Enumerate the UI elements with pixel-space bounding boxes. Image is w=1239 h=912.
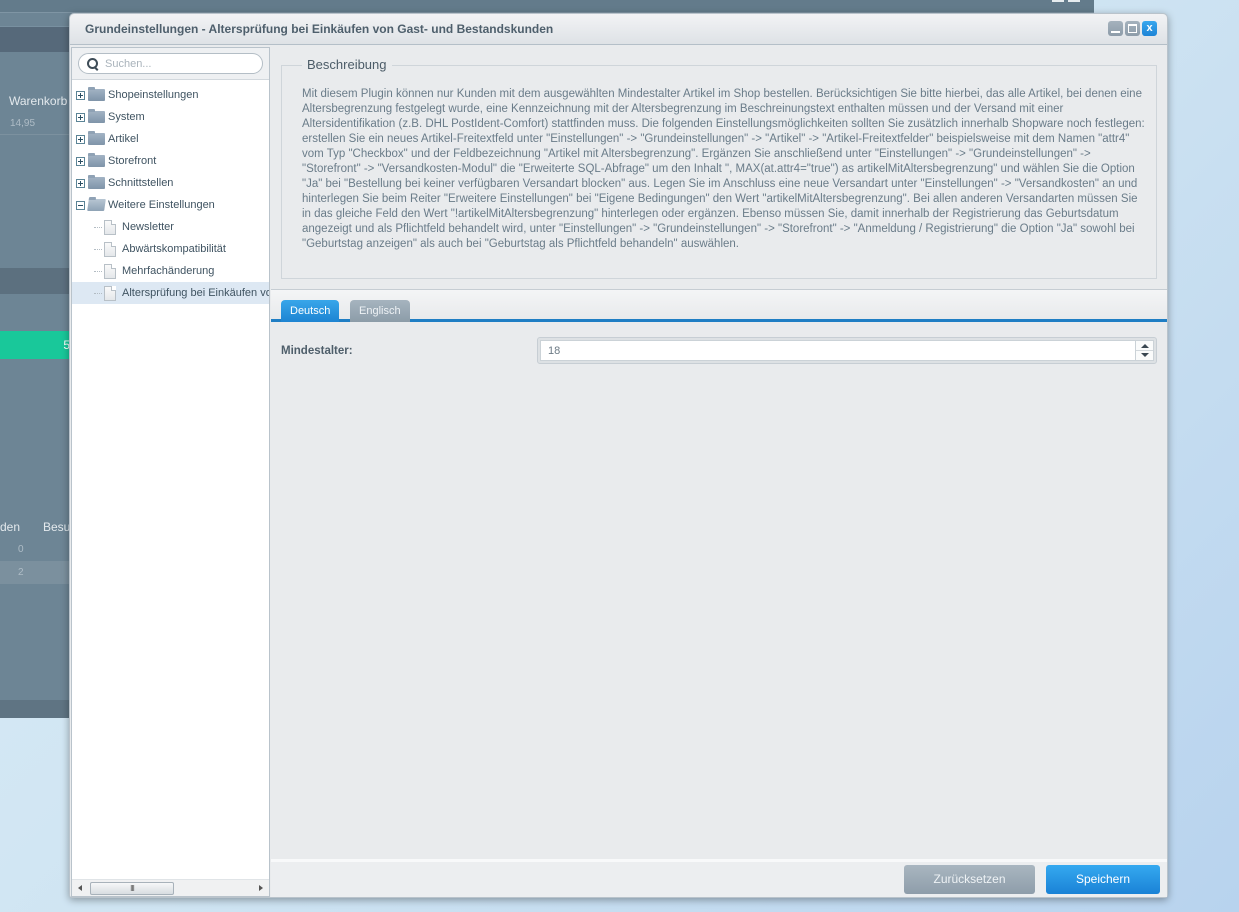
tree-item-alterspruefung[interactable]: Altersprüfung bei Einkäufen von Gast- un… bbox=[72, 282, 269, 304]
description-text: Mit diesem Plugin können nur Kunden mit … bbox=[302, 88, 1145, 250]
background-row-value: 2 bbox=[18, 567, 24, 578]
search-bar bbox=[72, 48, 269, 80]
tree-connector bbox=[94, 270, 102, 272]
close-icon[interactable]: x bbox=[1142, 21, 1157, 36]
tree-item-schnittstellen[interactable]: Schnittstellen bbox=[72, 172, 269, 194]
minimize-icon[interactable] bbox=[1108, 21, 1123, 36]
description-fieldset: Beschreibung Mit diesem Plugin können nu… bbox=[281, 57, 1157, 279]
expand-icon[interactable] bbox=[76, 156, 85, 166]
folder-icon bbox=[88, 153, 105, 167]
window-title: Grundeinstellungen - Altersprüfung bei E… bbox=[85, 22, 554, 36]
tree-item-artikel[interactable]: Artikel bbox=[72, 128, 269, 150]
expand-icon[interactable] bbox=[76, 134, 85, 144]
tree-item-label: Artikel bbox=[108, 133, 139, 145]
tree-item-weitere-einstellungen[interactable]: Weitere Einstellungen bbox=[72, 194, 269, 216]
tree-item-label: Weitere Einstellungen bbox=[108, 199, 215, 211]
min-age-row: Mindestalter: bbox=[281, 337, 1157, 365]
background-col-header-1: den bbox=[0, 520, 21, 534]
tree-item-label: Altersprüfung bei Einkäufen von Gast- un… bbox=[122, 287, 269, 299]
reset-button[interactable]: Zurücksetzen bbox=[904, 865, 1035, 894]
folder-icon bbox=[88, 87, 105, 101]
background-bottom-band bbox=[0, 700, 80, 718]
window-footer: Zurücksetzen Speichern bbox=[271, 859, 1167, 897]
scroll-left-icon[interactable] bbox=[78, 885, 82, 891]
min-age-label: Mindestalter: bbox=[281, 345, 353, 357]
tree-item-label: Storefront bbox=[108, 155, 157, 167]
scroll-right-icon[interactable] bbox=[259, 885, 263, 891]
spinner-buttons bbox=[1135, 340, 1154, 361]
tree-item-shopeinstellungen[interactable]: Shopeinstellungen bbox=[72, 84, 269, 106]
background-topbar bbox=[0, 0, 1094, 13]
background-row-highlight bbox=[0, 561, 80, 584]
tree-item-abwaertskompatibilitaet[interactable]: Abwärtskompatibilität bbox=[72, 238, 269, 260]
document-icon bbox=[104, 219, 116, 235]
tree-item-label: Newsletter bbox=[122, 221, 174, 233]
language-tabbar: Deutsch Englisch bbox=[271, 289, 1167, 322]
tree-item-label: Abwärtskompatibilität bbox=[122, 243, 226, 255]
search-icon bbox=[87, 57, 99, 70]
tree-item-label: Shopeinstellungen bbox=[108, 89, 199, 101]
expand-icon[interactable] bbox=[76, 112, 85, 122]
spin-down-icon[interactable] bbox=[1136, 351, 1153, 361]
min-age-spinner bbox=[537, 337, 1157, 364]
background-warenkorb-label: Warenkorb bbox=[9, 94, 68, 108]
background-section-band bbox=[0, 268, 80, 294]
tab-deutsch[interactable]: Deutsch bbox=[281, 300, 340, 322]
tab-englisch[interactable]: Englisch bbox=[350, 300, 410, 322]
tree-item-label: System bbox=[108, 111, 145, 123]
settings-tree: Shopeinstellungen System Artikel Storefr… bbox=[72, 80, 269, 304]
collapse-icon[interactable] bbox=[76, 200, 85, 210]
tree-connector bbox=[94, 248, 102, 250]
tree-connector bbox=[94, 292, 102, 294]
expand-icon[interactable] bbox=[76, 90, 85, 100]
maximize-icon[interactable] bbox=[1125, 21, 1140, 36]
tree-item-system[interactable]: System bbox=[72, 106, 269, 128]
tree-item-label: Mehrfachänderung bbox=[122, 265, 215, 277]
document-icon bbox=[104, 285, 116, 301]
window-controls: x bbox=[1108, 21, 1157, 36]
scrollbar-thumb[interactable]: III bbox=[90, 882, 174, 895]
document-icon bbox=[104, 241, 116, 257]
spin-up-icon[interactable] bbox=[1136, 341, 1153, 351]
tree-item-mehrfachaenderung[interactable]: Mehrfachänderung bbox=[72, 260, 269, 282]
folder-icon bbox=[88, 109, 105, 123]
search-box[interactable] bbox=[78, 53, 263, 74]
background-header-band bbox=[0, 26, 80, 52]
save-button[interactable]: Speichern bbox=[1046, 865, 1160, 894]
settings-tree-panel: Shopeinstellungen System Artikel Storefr… bbox=[71, 47, 270, 897]
background-col-header-2: Besu bbox=[43, 520, 71, 534]
tree-item-storefront[interactable]: Storefront bbox=[72, 150, 269, 172]
folder-icon bbox=[88, 131, 105, 145]
background-window-controls bbox=[1052, 0, 1080, 2]
background-divider bbox=[0, 134, 80, 135]
settings-content: Beschreibung Mit diesem Plugin können nu… bbox=[271, 47, 1167, 897]
settings-window: Grundeinstellungen - Altersprüfung bei E… bbox=[69, 13, 1168, 898]
search-input[interactable] bbox=[105, 57, 245, 70]
background-green-bar: 5 bbox=[0, 331, 80, 359]
horizontal-scrollbar[interactable]: III bbox=[72, 879, 269, 896]
min-age-input[interactable] bbox=[540, 340, 1136, 361]
tree-item-newsletter[interactable]: Newsletter bbox=[72, 216, 269, 238]
background-row-value: 0 bbox=[18, 544, 24, 555]
tree-item-label: Schnittstellen bbox=[108, 177, 174, 189]
tree-connector bbox=[94, 226, 102, 228]
folder-open-icon bbox=[87, 199, 106, 211]
document-icon bbox=[104, 263, 116, 279]
description-legend: Beschreibung bbox=[302, 57, 392, 72]
expand-icon[interactable] bbox=[76, 178, 85, 188]
background-warenkorb-value: 14,95 bbox=[10, 118, 36, 129]
window-titlebar[interactable]: Grundeinstellungen - Altersprüfung bei E… bbox=[70, 14, 1167, 45]
folder-icon bbox=[88, 175, 105, 189]
